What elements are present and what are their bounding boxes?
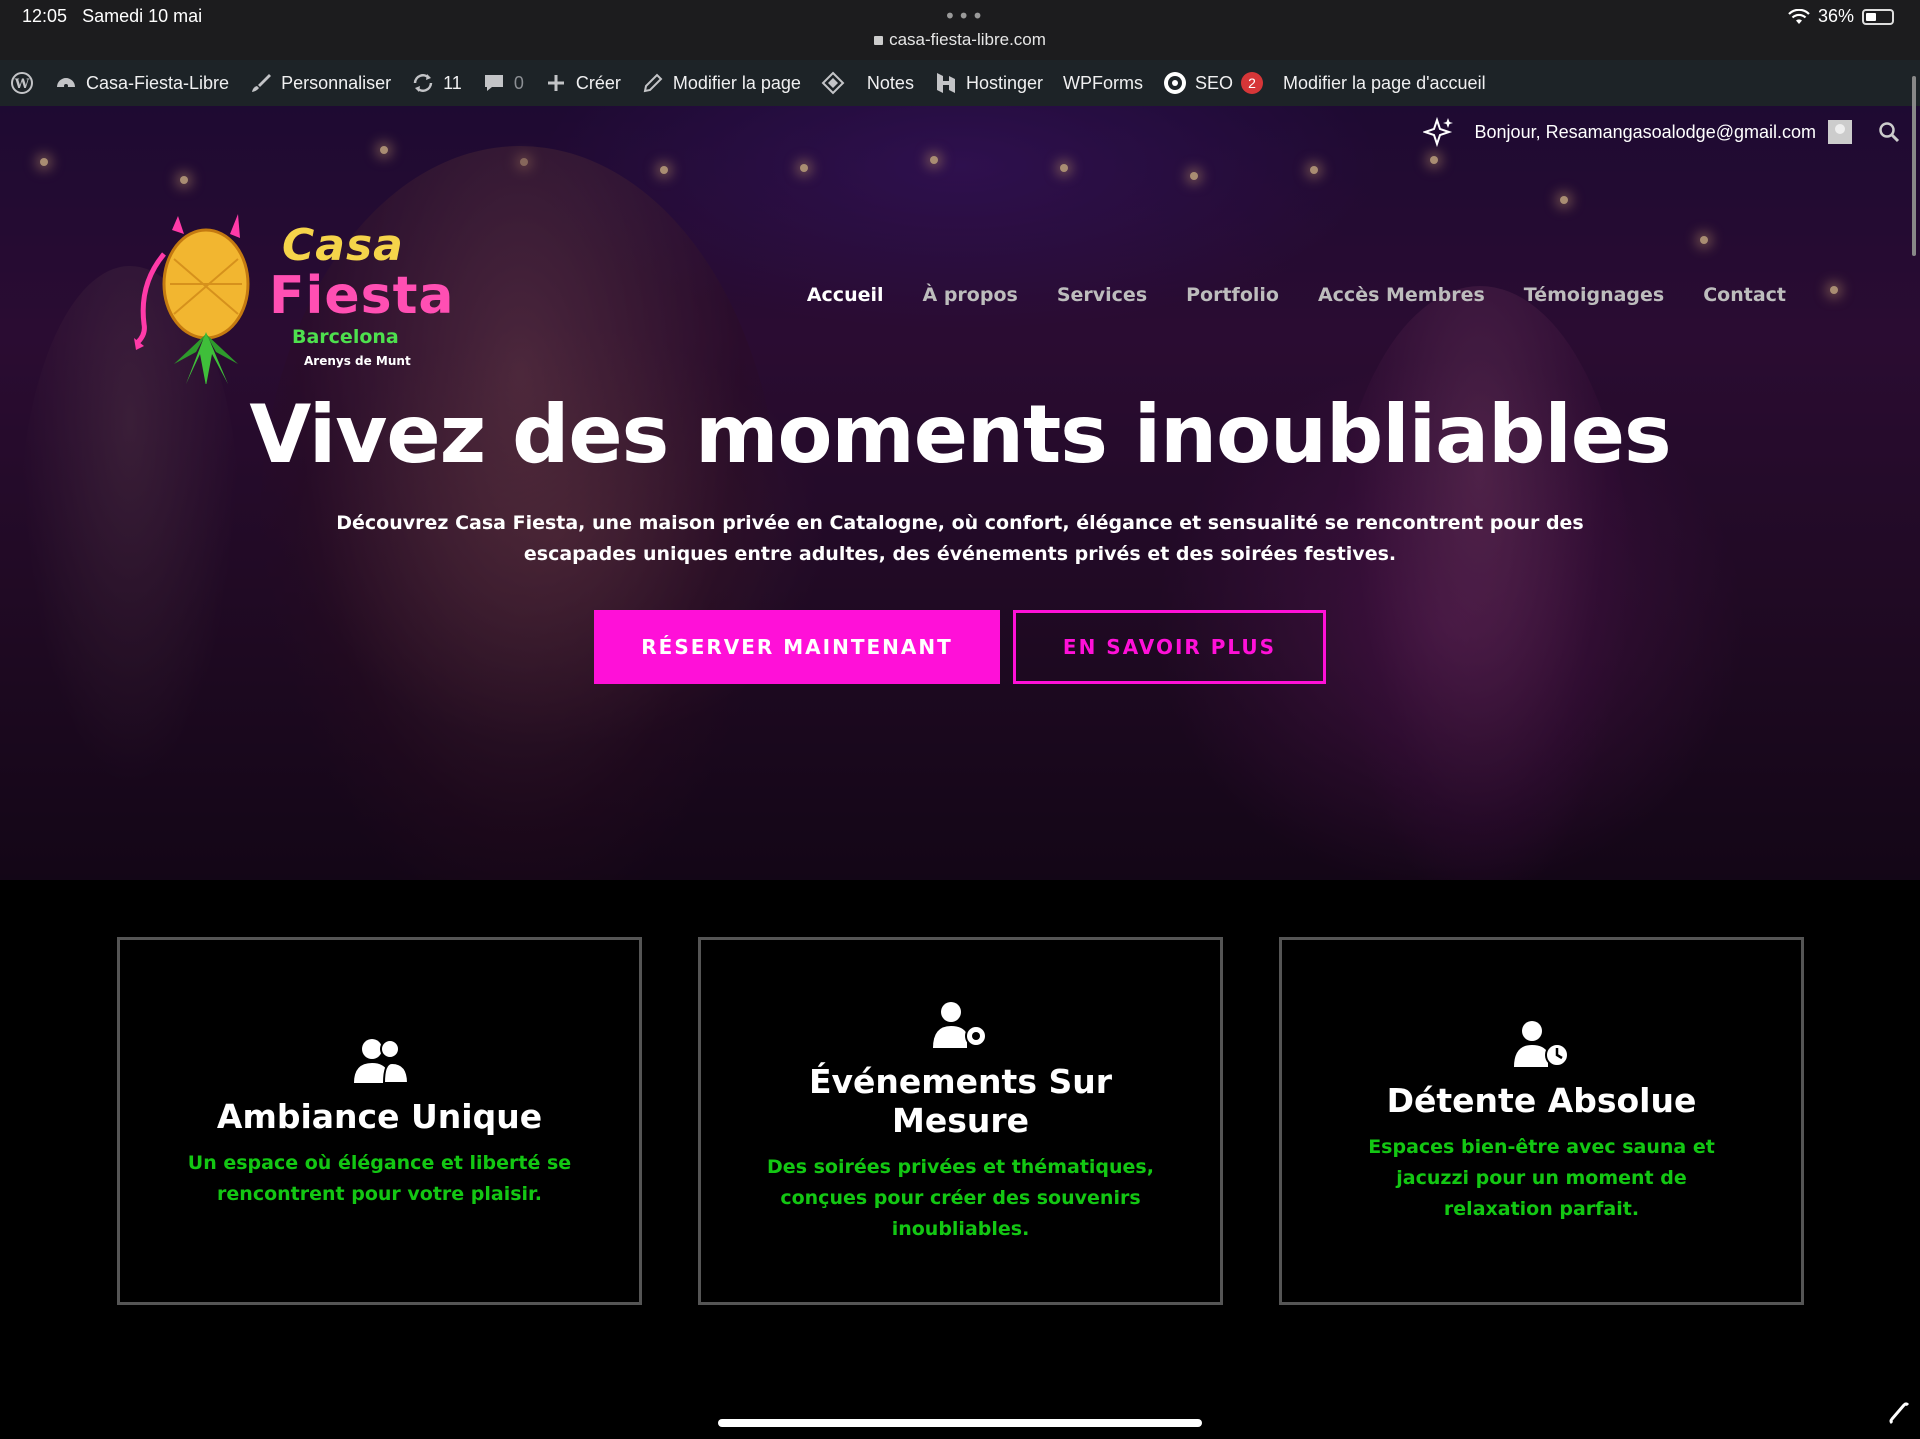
wp-admin-bar: W Casa-Fiesta-Libre Personnaliser 11 0 C… <box>0 60 1920 106</box>
users-icon <box>353 1038 409 1084</box>
url-text: casa-fiesta-libre.com <box>889 30 1046 49</box>
scrollbar[interactable] <box>1912 76 1916 256</box>
search-icon[interactable] <box>1878 121 1900 143</box>
nav-contact[interactable]: Contact <box>1703 284 1786 306</box>
brush-icon <box>252 74 272 92</box>
multitask-dots-icon[interactable]: ••• <box>944 4 985 28</box>
feature-title: Événements Sur Mesure <box>808 1061 1112 1140</box>
feature-text: Des soirées privées et thématiques, conç… <box>767 1155 1154 1240</box>
nav-services[interactable]: Services <box>1057 284 1147 306</box>
hero-section: Bonjour, Resamangasoalodge@gmail.com Cas… <box>0 106 1920 880</box>
updates-link[interactable]: 11 <box>401 60 472 106</box>
pineapple-devil-icon <box>134 214 250 384</box>
address-bar[interactable]: casa-fiesta-libre.com <box>0 30 1920 50</box>
logo-text-barcelona: Barcelona <box>292 326 399 348</box>
comments-link[interactable]: 0 <box>472 60 534 106</box>
site-name-link[interactable]: Casa-Fiesta-Libre <box>44 60 239 106</box>
feature-title: Détente Absolue <box>1386 1081 1697 1120</box>
main-navigation: Accueil À propos Services Portfolio Accè… <box>807 284 1786 306</box>
features-section: Ambiance Unique Un espace où élégance et… <box>0 880 1920 1439</box>
site-name-label: Casa-Fiesta-Libre <box>86 72 230 93</box>
diamond-icon <box>821 71 845 95</box>
dashboard-icon <box>57 78 75 88</box>
wordpress-icon: W <box>11 72 33 94</box>
feature-card-detente: Détente Absolue Espaces bien-être avec s… <box>1279 937 1804 1305</box>
wpforms-link[interactable]: WPForms <box>1053 60 1153 106</box>
refresh-icon <box>413 74 433 92</box>
battery-percent: 36% <box>1817 6 1854 26</box>
pencil-icon <box>643 73 663 93</box>
nav-acces-membres[interactable]: Accès Membres <box>1318 284 1485 306</box>
date-text: Samedi 10 mai <box>82 6 203 26</box>
svg-text:W: W <box>14 77 30 92</box>
create-label: Créer <box>575 72 621 93</box>
battery-icon <box>1862 8 1894 25</box>
ios-status-bar: 12:05 Samedi 10 mai ••• casa-fiesta-libr… <box>0 0 1920 60</box>
notes-link[interactable]: Notes <box>811 60 924 106</box>
customize-link[interactable]: Personnaliser <box>239 60 401 106</box>
header-utility-bar: Bonjour, Resamangasoalodge@gmail.com <box>1422 116 1900 148</box>
seo-link[interactable]: SEO 2 <box>1153 60 1273 106</box>
plus-icon <box>547 75 564 91</box>
lock-icon <box>874 36 884 45</box>
seo-badge: 2 <box>1241 72 1264 94</box>
notes-label: Notes <box>866 72 914 93</box>
create-link[interactable]: Créer <box>534 60 631 106</box>
status-indicators: 36% <box>1788 6 1894 27</box>
avatar[interactable] <box>1828 120 1852 144</box>
user-gear-icon <box>932 1001 987 1048</box>
site-logo[interactable]: Casa Fiesta Barcelona Arenys de Munt <box>134 214 454 384</box>
customize-label: Personnaliser <box>281 72 392 93</box>
hostinger-label: Hostinger <box>965 72 1043 93</box>
seo-label: SEO <box>1195 72 1234 93</box>
learn-more-button[interactable]: EN SAVOIR PLUS <box>1013 610 1326 684</box>
status-time: 12:05 Samedi 10 mai <box>22 6 202 27</box>
wifi-icon <box>1788 8 1810 24</box>
nav-portfolio[interactable]: Portfolio <box>1186 284 1279 306</box>
wordpress-logo-button[interactable]: W <box>0 60 44 106</box>
phone-icon[interactable] <box>1886 1399 1912 1425</box>
logo-text-location: Arenys de Munt <box>304 354 411 368</box>
account-greeting[interactable]: Bonjour, Resamangasoalodge@gmail.com <box>1475 122 1816 143</box>
hostinger-link[interactable]: Hostinger <box>924 60 1053 106</box>
nav-a-propos[interactable]: À propos <box>923 284 1018 306</box>
edit-home-label: Modifier la page d'accueil <box>1283 72 1486 93</box>
comments-count: 0 <box>513 72 524 93</box>
feature-text: Espaces bien-être avec sauna et jacuzzi … <box>1368 1136 1715 1220</box>
wpforms-label: WPForms <box>1063 72 1143 93</box>
edit-page-link[interactable]: Modifier la page <box>631 60 811 106</box>
comment-icon <box>484 75 503 91</box>
edit-home-link[interactable]: Modifier la page d'accueil <box>1273 60 1496 106</box>
logo-text-fiesta: Fiesta <box>269 266 455 326</box>
nav-temoignages[interactable]: Témoignages <box>1524 284 1664 306</box>
nav-accueil[interactable]: Accueil <box>807 284 884 306</box>
edit-page-label: Modifier la page <box>672 72 801 93</box>
hostinger-icon <box>936 73 955 93</box>
time-text: 12:05 <box>22 6 68 26</box>
sparkle-icon[interactable] <box>1422 116 1455 148</box>
seo-gear-icon <box>1164 72 1186 94</box>
feature-text: Un espace où élégance et liberté se renc… <box>187 1151 572 1205</box>
home-indicator[interactable] <box>718 1419 1202 1427</box>
user-clock-icon <box>1513 1021 1569 1067</box>
reserve-now-button[interactable]: RÉSERVER MAINTENANT <box>594 610 1000 684</box>
logo-text-casa: Casa <box>282 220 404 271</box>
feature-card-ambiance: Ambiance Unique Un espace où élégance et… <box>117 937 642 1305</box>
updates-count: 11 <box>443 72 462 93</box>
hero-title: Vivez des moments inoubliables <box>249 388 1671 481</box>
feature-card-evenements: Événements Sur Mesure Des soirées privée… <box>698 937 1223 1305</box>
hero-subtitle: Découvrez Casa Fiesta, une maison privée… <box>336 512 1584 565</box>
feature-title: Ambiance Unique <box>216 1096 543 1136</box>
